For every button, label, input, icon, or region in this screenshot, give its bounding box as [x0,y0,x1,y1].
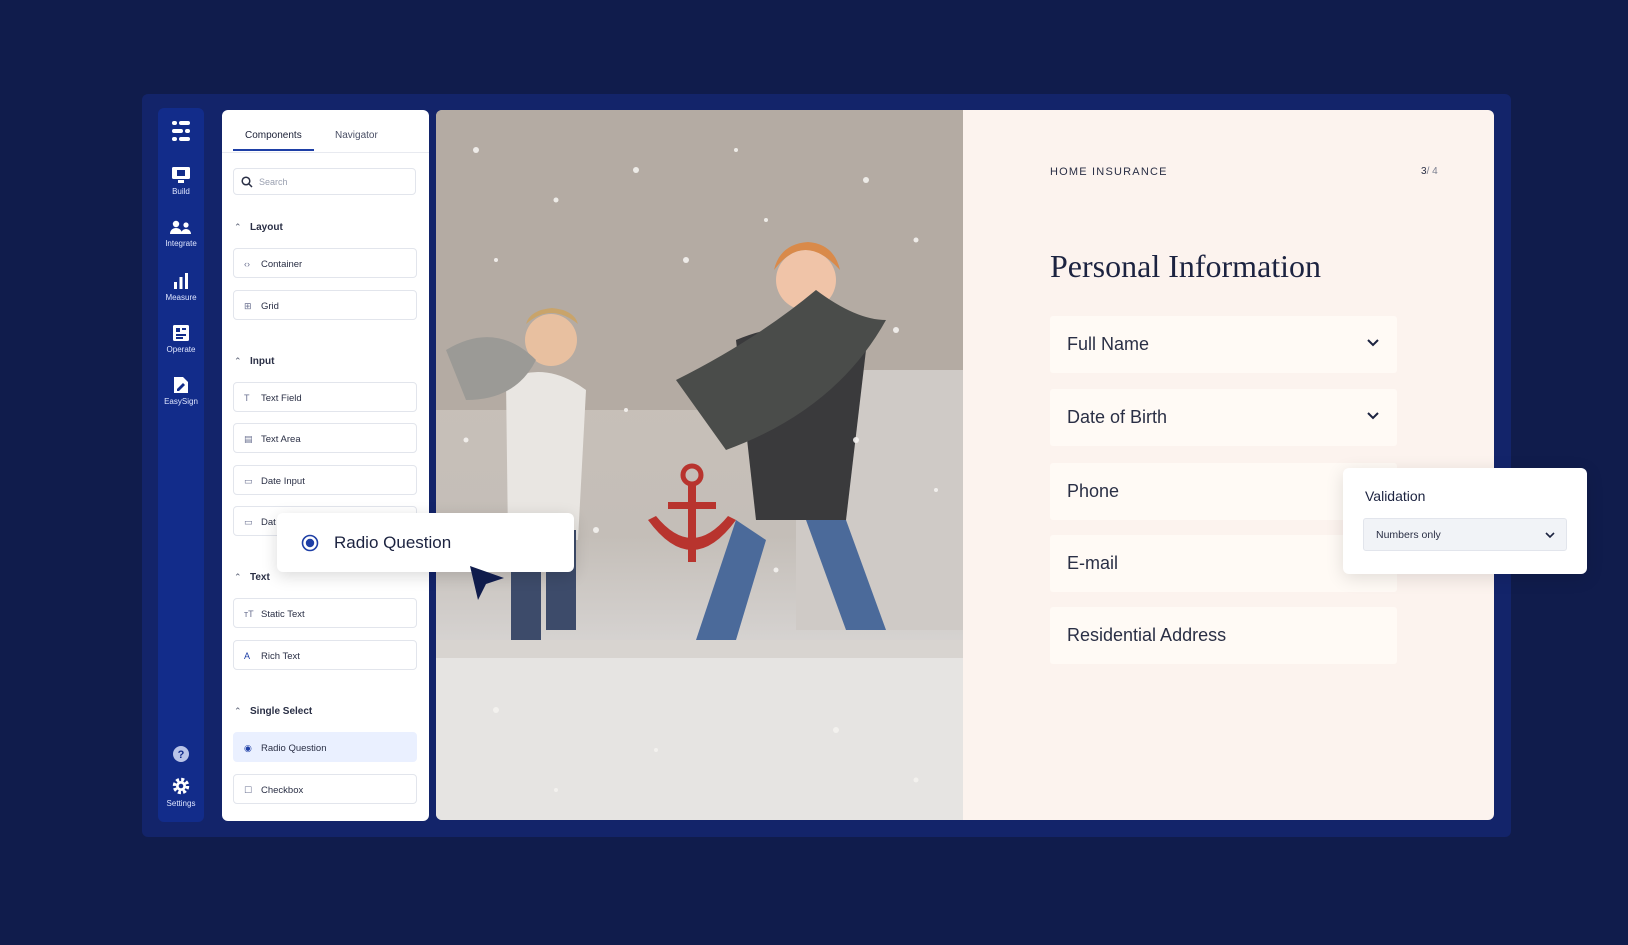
drag-preview-label: Radio Question [334,533,452,552]
search-input[interactable]: Search [233,168,416,195]
people-icon [170,220,191,234]
component-date-input[interactable]: ▭ Date Input [233,465,417,495]
calendar-icon: ▭ [244,476,253,486]
panel-tabs: Components Navigator [222,110,429,153]
chevron-up-icon: ⌃ [234,222,242,232]
section-input[interactable]: ⌃ Input [234,356,274,367]
help-icon: ? [173,746,189,762]
hero-photo-illustration [436,110,963,820]
svg-text:?: ? [178,749,185,761]
form-title: Personal Information [1050,248,1322,284]
rail-label: Measure [165,293,197,302]
rail-item-operate[interactable]: Operate [158,324,204,354]
checkbox-icon: ☐ [244,785,253,795]
gear-icon [172,777,190,795]
rail-item-measure[interactable]: Measure [158,272,204,302]
app-logo[interactable] [158,120,204,142]
section-layout[interactable]: ⌃ Layout [234,222,283,233]
document-grid-icon [173,325,189,341]
component-rich-text[interactable]: A Rich Text [233,640,417,670]
textarea-icon: ▤ [244,434,253,444]
rail-item-easysign[interactable]: EasySign [158,376,204,406]
help-button[interactable]: ? [158,745,204,763]
field-residential-address[interactable]: Residential Address [1050,607,1397,664]
page-indicator: 3/ 4 [1421,166,1438,177]
left-rail: Build Integrate Measure Operate EasySign… [158,108,204,822]
sign-icon [174,377,188,393]
section-single-select[interactable]: ⌃ Single Select [234,706,312,717]
rail-item-build[interactable]: Build [158,166,204,196]
radio-icon: ◉ [244,743,252,753]
form-eyebrow: HOME INSURANCE [1050,166,1168,178]
monitor-icon [172,167,190,183]
rail-label: Integrate [165,239,197,248]
component-checkbox[interactable]: ☐ Checkbox [233,774,417,804]
field-full-name[interactable]: Full Name [1050,316,1397,373]
component-grid[interactable]: ⊞ Grid [233,290,417,320]
tab-navigator[interactable]: Navigator [335,130,378,141]
calendar-icon: ▭ [244,517,253,527]
field-date-of-birth[interactable]: Date of Birth [1050,389,1397,446]
text-icon: T [244,393,250,403]
component-text-field[interactable]: T Text Field [233,382,417,412]
chevron-down-icon [1545,532,1555,539]
component-text-area[interactable]: ▤ Text Area [233,423,417,453]
section-text[interactable]: ⌃ Text [234,572,270,583]
drag-preview-radio-question[interactable]: Radio Question [277,513,574,572]
rail-label: Settings [166,799,196,808]
code-icon: ‹› [244,259,250,269]
grid-icon: ⊞ [244,301,252,311]
search-icon [241,176,253,188]
chevron-down-icon [1367,339,1379,347]
rail-item-integrate[interactable]: Integrate [158,220,204,248]
rail-item-settings[interactable]: Settings [158,776,204,808]
validation-title: Validation [1365,488,1426,504]
chevron-down-icon [1367,412,1379,420]
logo-icon [172,121,190,141]
cursor-icon [470,566,504,600]
search-placeholder: Search [259,177,288,187]
chevron-up-icon: ⌃ [234,706,242,716]
static-text-icon: ᴛT [244,609,254,619]
validation-popover: Validation Numbers only [1343,468,1587,574]
chevron-up-icon: ⌃ [234,572,242,582]
components-panel: Components Navigator Search ⌃ Layout ‹› Co… [222,110,429,821]
component-radio-question[interactable]: ◉ Radio Question [233,732,417,762]
rail-label: Operate [166,345,196,354]
bar-chart-icon [174,273,188,289]
rich-text-icon: A [244,651,251,661]
rail-label: EasySign [164,397,198,406]
rail-label: Build [172,187,190,196]
tab-components[interactable]: Components [233,130,314,151]
validation-select[interactable]: Numbers only [1363,518,1567,551]
hero-photo [436,110,963,820]
radio-icon [301,534,319,552]
component-container[interactable]: ‹› Container [233,248,417,278]
form-preview: HOME INSURANCE 3/ 4 Personal Information… [963,110,1494,820]
chevron-up-icon: ⌃ [234,356,242,366]
component-static-text[interactable]: ᴛT Static Text [233,598,417,628]
